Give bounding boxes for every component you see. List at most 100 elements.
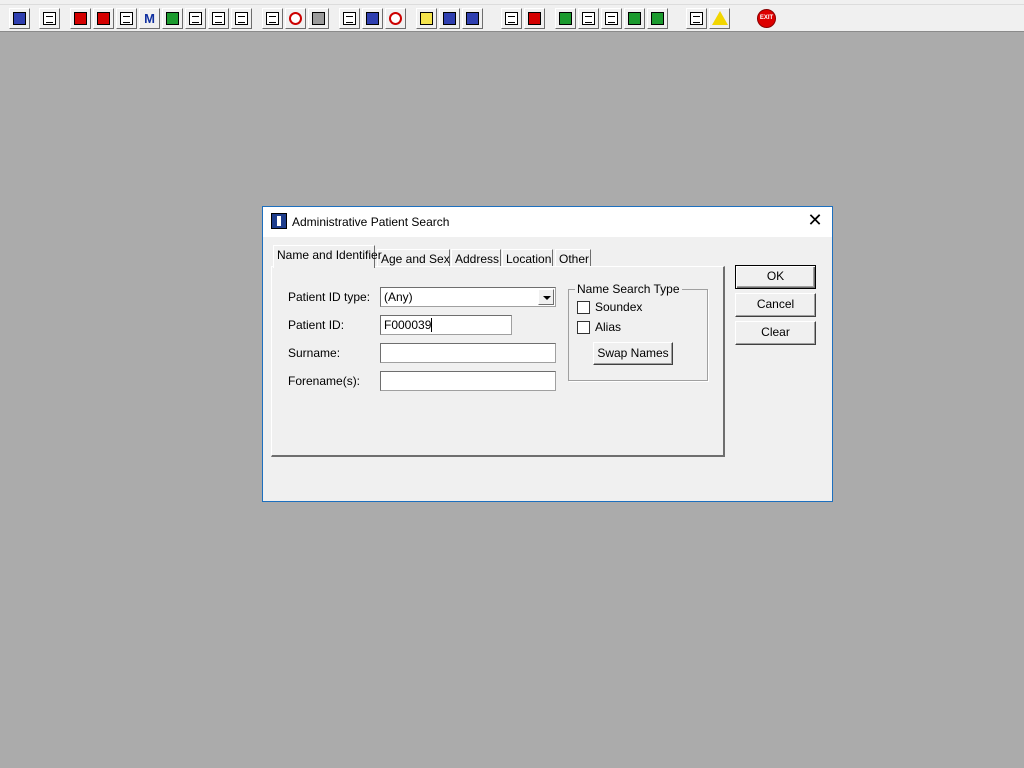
toolbar-button-no-entry[interactable] — [385, 8, 406, 29]
tab-name-and-identifier[interactable]: Name and Identifier — [273, 245, 382, 268]
toolbar-button-report[interactable] — [339, 8, 360, 29]
alias-label[interactable]: Alias — [595, 320, 621, 334]
ok-button[interactable]: OK — [735, 265, 816, 289]
patient-id-value: F000039 — [384, 318, 432, 332]
toolbar-button-monitor[interactable] — [308, 8, 329, 29]
folder-edit-icon — [97, 12, 110, 25]
toolbar-button-print[interactable] — [39, 8, 60, 29]
exit-icon: EXIT — [757, 9, 776, 28]
soundex-checkbox[interactable] — [577, 301, 590, 314]
blank-page-icon — [505, 12, 518, 25]
chart-document-icon — [366, 12, 379, 25]
name-search-type-group: Name Search Type Soundex Alias Swap Name… — [568, 282, 708, 381]
toolbar-button-flag[interactable] — [208, 8, 229, 29]
toolbar-button-transfer[interactable] — [462, 8, 483, 29]
forename-input[interactable] — [380, 371, 556, 391]
main-toolbar: M EXIT — [0, 0, 1024, 32]
globe-icon — [559, 12, 572, 25]
ok-label: OK — [766, 269, 785, 283]
toolbar-button-list-cancel[interactable] — [262, 8, 283, 29]
close-button[interactable]: ✕ — [797, 207, 833, 235]
toolbar-button-m[interactable]: M — [139, 8, 160, 29]
message-icon — [582, 12, 595, 25]
dialog-title: Administrative Patient Search — [292, 215, 450, 229]
message-swap-icon — [651, 12, 664, 25]
toolbar-button-swap[interactable] — [686, 8, 707, 29]
patient-id-type-select[interactable]: (Any) — [380, 287, 556, 307]
patient-id-type-value: (Any) — [384, 290, 413, 304]
clock-icon — [289, 12, 302, 25]
toolbar-button-bed[interactable] — [439, 8, 460, 29]
toolbar-button-notepad[interactable] — [416, 8, 437, 29]
toolbar-button-globe[interactable] — [555, 8, 576, 29]
patient-id-input[interactable]: F000039 — [380, 315, 512, 335]
form-edit-icon — [189, 12, 202, 25]
document-search-icon — [120, 12, 133, 25]
clear-button[interactable]: Clear — [735, 321, 816, 345]
close-icon: ✕ — [807, 210, 823, 231]
tab-label: Address — [455, 252, 500, 266]
tab-panel: Patient ID type: (Any) Patient ID: F0000… — [271, 266, 725, 457]
toolbar-button-doctor[interactable] — [162, 8, 183, 29]
toolbar-button-patient[interactable] — [9, 8, 30, 29]
cancel-button[interactable]: Cancel — [735, 293, 816, 317]
toolbar-button-bar-chart[interactable] — [524, 8, 545, 29]
report-icon — [343, 12, 356, 25]
notepad-icon — [420, 12, 433, 25]
surname-label: Surname: — [288, 346, 341, 360]
cancel-label: Cancel — [756, 297, 795, 311]
toolbar-button-form-edit[interactable] — [185, 8, 206, 29]
menu-strip — [0, 0, 1024, 5]
tab-label: Location — [506, 252, 552, 266]
transfer-icon — [466, 12, 479, 25]
tab-address[interactable]: Address — [451, 249, 501, 267]
toolbar-button-message-swap[interactable] — [647, 8, 668, 29]
toolbar-button-chart-document[interactable] — [362, 8, 383, 29]
app-patient-icon — [271, 213, 287, 229]
toolbar-button-message-down[interactable] — [601, 8, 622, 29]
patient-id-label: Patient ID: — [288, 318, 345, 332]
forename-label: Forename(s): — [288, 374, 361, 388]
warning-icon — [712, 11, 728, 25]
printer-icon — [43, 12, 56, 25]
patient-icon — [13, 12, 26, 25]
tab-label: Other — [559, 252, 590, 266]
toolbar-button-flag-alt[interactable] — [231, 8, 252, 29]
name-search-type-title: Name Search Type — [575, 282, 682, 296]
toolbar-button-document-search[interactable] — [116, 8, 137, 29]
doctor-icon — [166, 12, 179, 25]
message-green-icon — [628, 12, 641, 25]
tab-location[interactable]: Location — [502, 249, 553, 267]
patient-id-type-label: Patient ID type: — [288, 290, 371, 304]
swap-arrows-icon — [690, 12, 703, 25]
toolbar-button-red-book[interactable] — [70, 8, 91, 29]
patient-search-dialog: Administrative Patient Search ✕ Name and… — [262, 206, 833, 502]
message-down-icon — [605, 12, 618, 25]
flag-icon — [212, 12, 225, 25]
red-book-icon — [74, 12, 87, 25]
toolbar-button-blank-page[interactable] — [501, 8, 522, 29]
bed-icon — [443, 12, 456, 25]
no-entry-icon — [389, 12, 402, 25]
toolbar-button-message[interactable] — [578, 8, 599, 29]
list-cancel-icon — [266, 12, 279, 25]
toolbar-button-exit[interactable]: EXIT — [756, 8, 777, 29]
bar-chart-icon — [528, 12, 541, 25]
dialog-titlebar[interactable]: Administrative Patient Search ✕ — [263, 207, 832, 237]
soundex-label[interactable]: Soundex — [595, 300, 642, 314]
toolbar-button-message-green[interactable] — [624, 8, 645, 29]
monitor-icon — [312, 12, 325, 25]
chevron-down-icon[interactable] — [538, 289, 554, 305]
flag-alt-icon — [235, 12, 248, 25]
tab-age-and-sex[interactable]: Age and Sex — [377, 249, 450, 267]
tab-label: Age and Sex — [381, 252, 450, 266]
text-cursor — [431, 318, 433, 332]
alias-checkbox[interactable] — [577, 321, 590, 334]
tab-other[interactable]: Other — [555, 249, 591, 267]
swap-names-label: Swap Names — [597, 346, 669, 360]
surname-input[interactable] — [380, 343, 556, 363]
swap-names-button[interactable]: Swap Names — [593, 342, 673, 365]
toolbar-button-clock[interactable] — [285, 8, 306, 29]
toolbar-button-warning[interactable] — [709, 8, 730, 29]
toolbar-button-folder-edit[interactable] — [93, 8, 114, 29]
